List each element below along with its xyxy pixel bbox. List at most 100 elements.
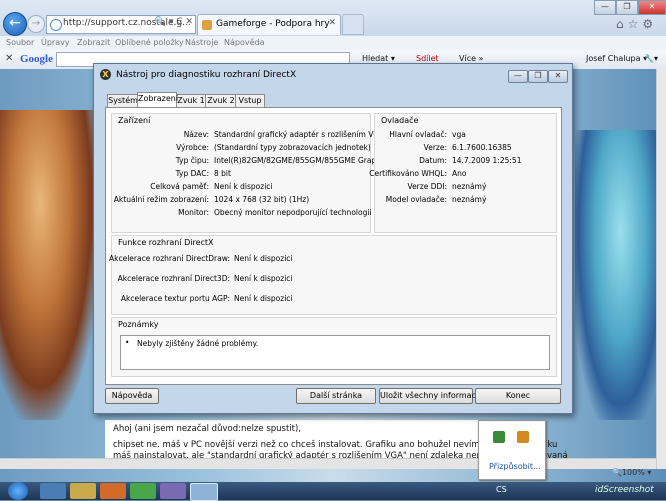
address-bar[interactable]: http://support.cz.nostale.g... 🔍 ▾ C ✕ [46,15,196,34]
agp-label: Akcelerace textur portu AGP: [120,294,230,303]
chip-type-value: Intel(R)82GM/82GME/855GM/855GME Graphics [214,156,392,165]
taskbar-app-icon[interactable] [160,483,186,499]
ddi-version-value: neznámý [452,182,487,191]
taskbar-explorer-icon[interactable] [70,483,96,499]
dxdiag-window: X Nástroj pro diagnostiku rozhraní Direc… [93,63,573,414]
google-search-button[interactable]: Hledat ▾ [362,54,395,63]
language-indicator[interactable]: CS [496,485,507,494]
window-controls: — ❐ ✕ [594,0,666,15]
directx-icon: X [100,69,111,80]
taskbar-dxdiag-icon[interactable] [190,483,218,501]
gameforge-favicon-icon [202,20,212,30]
display-tab-panel: Zařízení Název: Standardní grafický adap… [105,107,562,385]
dialog-close-button[interactable]: ✕ [548,70,568,83]
google-user-menu[interactable]: Josef Chalupa ▾ [586,54,647,63]
minimize-button[interactable]: — [594,0,616,15]
post-line: Ahoj (ani jsem nezačal důvod:nelze spust… [113,424,302,434]
dac-type-value: 8 bit [214,169,231,178]
directdraw-value: Není k dispozici [234,254,293,263]
directx-features-group: Funkce rozhraní DirectX Akcelerace rozhr… [109,235,557,315]
save-all-info-button[interactable]: Uložit všechny informace... [379,388,489,404]
forum-post-content: Ahoj (ani jsem nezačal důvod:nelze spust… [105,420,568,461]
dialog-minimize-button[interactable]: — [508,70,528,83]
game-character-art-right [575,130,666,420]
date-label: Datum: [419,156,447,165]
menu-edit[interactable]: Úpravy [41,38,70,47]
notes-text: Nebyly zjištěny žádné problémy. [137,339,259,348]
tab-title: Gameforge - Podpora hry [216,19,330,29]
dac-type-label: Typ DAC: [175,169,209,178]
total-memory-value: Není k dispozici [214,182,273,191]
dialog-title: Nástroj pro diagnostiku rozhraní DirectX [116,70,297,80]
tray-app-icon[interactable] [517,431,529,443]
start-button[interactable] [8,482,28,500]
menu-bar: Soubor Úpravy Zobrazit Oblíbené položky … [0,36,666,50]
manufacturer-label: Výrobce: [176,143,209,152]
dialog-titlebar[interactable]: X Nástroj pro diagnostiku rozhraní Direc… [94,64,572,86]
notes-textbox[interactable]: • Nebyly zjištěny žádné problémy. [120,335,550,370]
horizontal-scrollbar[interactable] [0,458,656,469]
customize-link[interactable]: Přizpůsobit... [489,462,541,471]
tab-close-icon[interactable]: ✕ [328,18,336,28]
back-button[interactable]: ← [3,12,27,36]
notes-group: Poznámky • Nebyly zjištěny žádné problém… [111,317,557,377]
tab-sound-1[interactable]: Zvuk 1 [175,94,207,107]
browser-tab-gameforge[interactable]: Gameforge - Podpora hry ✕ [197,14,341,35]
close-button[interactable]: ✕ [638,0,666,15]
google-logo: Google [20,53,53,65]
menu-tools[interactable]: Nástroje [185,38,218,47]
browser-toolbar: ← → http://support.cz.nostale.g... 🔍 ▾ C… [0,0,666,36]
wrench-icon[interactable]: 🔧▾ [644,54,658,63]
directdraw-label: Akcelerace rozhraní DirectDraw: [109,254,230,263]
taskbar-ie-icon[interactable] [40,483,66,499]
taskbar-chrome-icon[interactable] [130,483,156,499]
next-page-button[interactable]: Další stránka [296,388,376,404]
tray-app-icon[interactable] [493,431,505,443]
menu-favorites[interactable]: Oblíbené položky [115,38,184,47]
vertical-scrollbar[interactable] [656,69,666,469]
agp-value: Není k dispozici [234,294,293,303]
monitor-label: Monitor: [178,208,209,217]
exit-button[interactable]: Konec [475,388,561,404]
maximize-button[interactable]: ❐ [616,0,638,15]
main-driver-label: Hlavní ovladač: [389,130,447,139]
menu-view[interactable]: Zobrazit [77,38,110,47]
direct3d-label: Akcelerace rozhraní Direct3D: [117,274,230,283]
drivers-heading: Ovladače [381,116,419,125]
ie-page-icon [50,19,62,31]
display-mode-label: Aktuální režim zobrazení: [113,195,209,204]
version-label: Verze: [423,143,447,152]
new-tab-button[interactable] [342,14,364,35]
google-more-button[interactable]: Více » [459,54,483,63]
google-share-button[interactable]: Sdílet [416,54,439,63]
tab-input[interactable]: Vstup [235,94,265,107]
taskbar-media-icon[interactable] [100,483,126,499]
arrow-right-icon: → [31,18,41,29]
manufacturer-value: (Standardní typy zobrazovacích jednotek) [214,143,371,152]
taskbar: CS idScreenshot [0,482,666,501]
drivers-group: Ovladače Hlavní ovladač: vga Verze: 6.1.… [369,113,557,233]
zoom-level[interactable]: 🔍100% ▾ [612,468,651,477]
features-heading: Funkce rozhraní DirectX [118,238,214,247]
dialog-maximize-button[interactable]: ❐ [528,70,548,83]
menu-help[interactable]: Nápověda [224,38,265,47]
device-name-label: Název: [183,130,209,139]
chip-type-label: Typ čipu: [175,156,209,165]
tab-display[interactable]: Zobrazení [137,92,178,107]
device-heading: Zařízení [118,116,151,125]
notes-heading: Poznámky [118,320,159,329]
menu-file[interactable]: Soubor [6,38,34,47]
tab-sound-2[interactable]: Zvuk 2 [205,94,237,107]
forward-button[interactable]: → [27,15,45,33]
home-favorites-tools-icons[interactable]: ⌂☆⚙ [616,17,657,31]
close-toolbar-icon[interactable]: ✕ [5,53,13,64]
display-mode-value: 1024 x 768 (32 bit) (1Hz) [214,195,310,204]
watermark: idScreenshot [595,485,654,495]
help-button[interactable]: Nápověda [105,388,159,404]
device-name-value: Standardní grafický adaptér s rozlišením… [214,130,385,139]
driver-model-label: Model ovladače: [385,195,447,204]
whql-value: Ano [452,169,467,178]
address-actions-icons[interactable]: 🔍 ▾ C ✕ [155,17,193,27]
driver-model-value: neznámý [452,195,487,204]
tab-system[interactable]: Systém [107,94,139,107]
